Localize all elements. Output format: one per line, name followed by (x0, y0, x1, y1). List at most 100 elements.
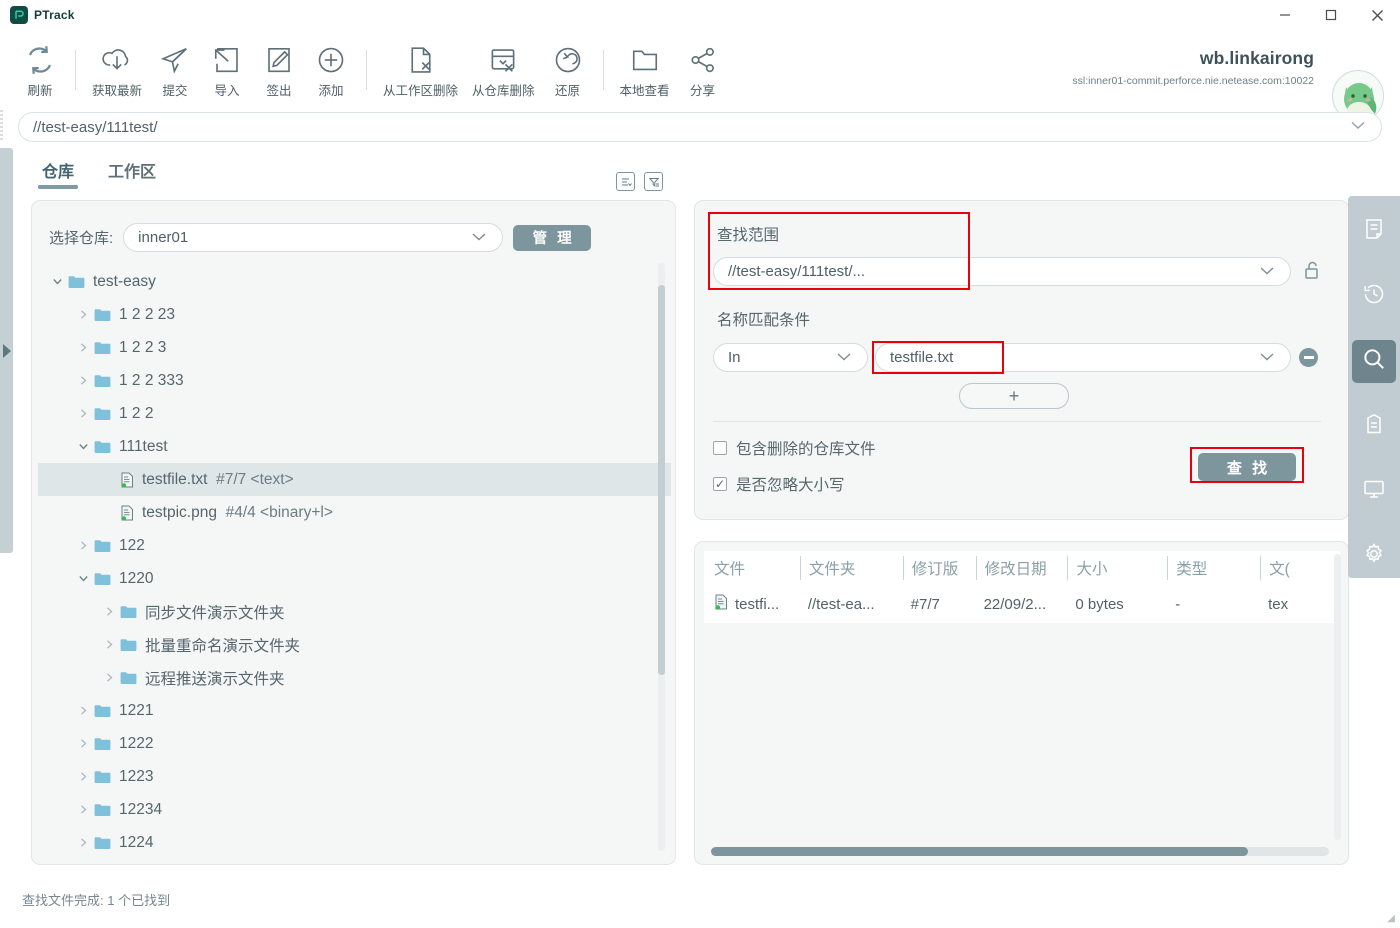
tree-folder-node[interactable]: test-easy (38, 265, 671, 298)
chevron-right-icon[interactable] (76, 705, 90, 716)
rail-item-settings[interactable] (1352, 535, 1396, 578)
chevron-down-icon (470, 229, 488, 246)
resize-grip[interactable]: ◢ (1387, 913, 1395, 924)
results-column-header[interactable]: 大小 (1067, 556, 1167, 580)
search-results-panel: 文件 文件夹 修订版 修改日期 大小 类型 文( testfi... //test-ea...… (694, 541, 1349, 865)
results-column-header[interactable]: 修改日期 (975, 556, 1068, 580)
tree-folder-node[interactable]: 1221 (38, 694, 671, 727)
ignore-case-checkbox[interactable] (713, 477, 727, 491)
tab-depot[interactable]: 仓库 (37, 158, 79, 189)
toolbar-button-delete-workspace[interactable]: 从工作区删除 (376, 34, 465, 106)
tree-folder-node[interactable]: 1224 (38, 826, 671, 857)
depot-tree[interactable]: test-easy 1 2 2 23 1 2 2 3 1 2 2 333 1 2 2 11… (38, 261, 671, 857)
match-operator-dropdown[interactable]: In (713, 343, 868, 372)
tree-folder-node[interactable]: 1 2 2 333 (38, 364, 671, 397)
tree-node-label: 批量重命名演示文件夹 (145, 637, 301, 655)
folder-icon (94, 704, 111, 718)
toolbar-items: 刷新 获取最新 提交 导入 签出 添加 从工作区删除 从仓库删除 还原 本地查看… (14, 30, 729, 110)
results-cell: #7/7 (910, 595, 940, 613)
tree-folder-node[interactable]: 1220 (38, 562, 671, 595)
toolbar-button-checkout[interactable]: 签出 (253, 34, 305, 106)
tree-folder-node[interactable]: 111test (38, 430, 671, 463)
tree-file-node[interactable]: testpic.png #4/4 <binary+l> (38, 496, 671, 529)
tab-workspace[interactable]: 工作区 (108, 158, 156, 189)
chevron-right-icon[interactable] (76, 837, 90, 848)
panel-divider (713, 421, 1321, 422)
minimize-icon (1280, 14, 1290, 16)
results-horizontal-scrollbar[interactable] (711, 847, 1329, 856)
minimize-button[interactable] (1262, 0, 1308, 30)
chevron-right-icon[interactable] (76, 738, 90, 749)
chevron-right-icon[interactable] (76, 309, 90, 320)
results-column-header[interactable]: 修订版 (902, 556, 976, 580)
toolbar-button-local-view[interactable]: 本地查看 (613, 34, 677, 106)
chevron-right-icon[interactable] (76, 540, 90, 551)
tree-folder-node[interactable]: 1223 (38, 760, 671, 793)
chevron-down-icon[interactable] (1349, 118, 1367, 136)
toolbar-button-submit[interactable]: 提交 (149, 34, 201, 106)
left-panel-expand-handle[interactable] (0, 148, 13, 553)
chevron-right-icon[interactable] (102, 639, 116, 650)
toolbar-button-get-latest[interactable]: 获取最新 (85, 34, 149, 106)
tree-folder-node[interactable]: 远程推送演示文件夹 (38, 661, 671, 694)
tree-folder-node[interactable]: 批量重命名演示文件夹 (38, 628, 671, 661)
toolbar-button-add[interactable]: 添加 (305, 34, 357, 106)
include-deleted-checkbox[interactable] (713, 441, 727, 455)
chevron-right-icon[interactable] (76, 375, 90, 386)
tree-folder-node[interactable]: 1222 (38, 727, 671, 760)
results-table-row[interactable]: testfi... //test-ea... #7/7 22/09/2... 0 byt… (704, 585, 1340, 623)
results-column-header[interactable]: 文( (1260, 556, 1340, 580)
toolbar-button-revert[interactable]: 还原 (542, 34, 594, 106)
depot-path-bar[interactable]: //test-easy/111test/ (18, 112, 1382, 142)
repo-select-dropdown[interactable]: inner01 (123, 223, 504, 252)
toolbar-button-delete-depot[interactable]: 从仓库删除 (465, 34, 542, 106)
toolbar-button-share[interactable]: 分享 (677, 34, 729, 106)
rail-item-monitor[interactable] (1352, 470, 1396, 513)
toolbar-button-import[interactable]: 导入 (201, 34, 253, 106)
chevron-right-icon[interactable] (76, 342, 90, 353)
folder-icon (120, 671, 137, 685)
rail-item-document[interactable] (1352, 210, 1396, 253)
results-table-body[interactable]: testfi... //test-ea... #7/7 22/09/2... 0 byt… (704, 585, 1340, 623)
chevron-right-icon[interactable] (76, 408, 90, 419)
sort-list-icon[interactable] (616, 172, 635, 191)
tree-folder-node[interactable]: 12234 (38, 793, 671, 826)
tree-folder-node[interactable]: 122 (38, 529, 671, 562)
toolbar-separator (75, 50, 76, 90)
chevron-down-icon[interactable] (76, 574, 90, 583)
results-cell: - (1175, 595, 1181, 613)
results-column-header[interactable]: 文件夹 (799, 556, 903, 580)
rail-item-search[interactable] (1352, 340, 1396, 383)
manage-repo-button[interactable]: 管 理 (513, 224, 592, 251)
tree-node-label: 1220 (119, 569, 154, 587)
rail-item-archive[interactable] (1352, 405, 1396, 448)
results-vertical-scrollbar[interactable] (1334, 554, 1341, 840)
tree-folder-node[interactable]: 1 2 2 3 (38, 331, 671, 364)
tree-file-node[interactable]: testfile.txt #7/7 <text> (38, 463, 671, 496)
include-deleted-checkbox-row[interactable]: 包含删除的仓库文件 (713, 437, 876, 459)
add-condition-button[interactable]: + (959, 383, 1069, 409)
chevron-right-icon[interactable] (102, 672, 116, 683)
chevron-right-icon[interactable] (76, 804, 90, 815)
tree-folder-node[interactable]: 1 2 2 (38, 397, 671, 430)
tree-scrollbar[interactable] (658, 263, 665, 851)
remove-condition-button[interactable] (1299, 348, 1318, 367)
rail-item-history[interactable] (1352, 275, 1396, 318)
results-column-header[interactable]: 文件 (704, 556, 800, 580)
chevron-down-icon[interactable] (50, 277, 64, 286)
chevron-down-icon[interactable] (76, 442, 90, 451)
chevron-right-icon[interactable] (102, 606, 116, 617)
ignore-case-checkbox-row[interactable]: 是否忽略大小写 (713, 473, 845, 495)
results-hscroll-thumb[interactable] (711, 847, 1248, 856)
maximize-button[interactable] (1308, 0, 1354, 30)
results-column-header[interactable]: 类型 (1167, 556, 1260, 580)
tree-scrollbar-thumb[interactable] (658, 285, 665, 675)
filter-icon[interactable] (644, 172, 663, 191)
tree-folder-node[interactable]: 同步文件演示文件夹 (38, 595, 671, 628)
revert-icon (553, 41, 583, 75)
close-button[interactable] (1354, 0, 1400, 30)
toolbar-button-refresh[interactable]: 刷新 (14, 34, 66, 106)
tree-folder-node[interactable]: 1 2 2 23 (38, 298, 671, 331)
unlocked-padlock-icon[interactable] (1303, 259, 1321, 286)
chevron-right-icon[interactable] (76, 771, 90, 782)
